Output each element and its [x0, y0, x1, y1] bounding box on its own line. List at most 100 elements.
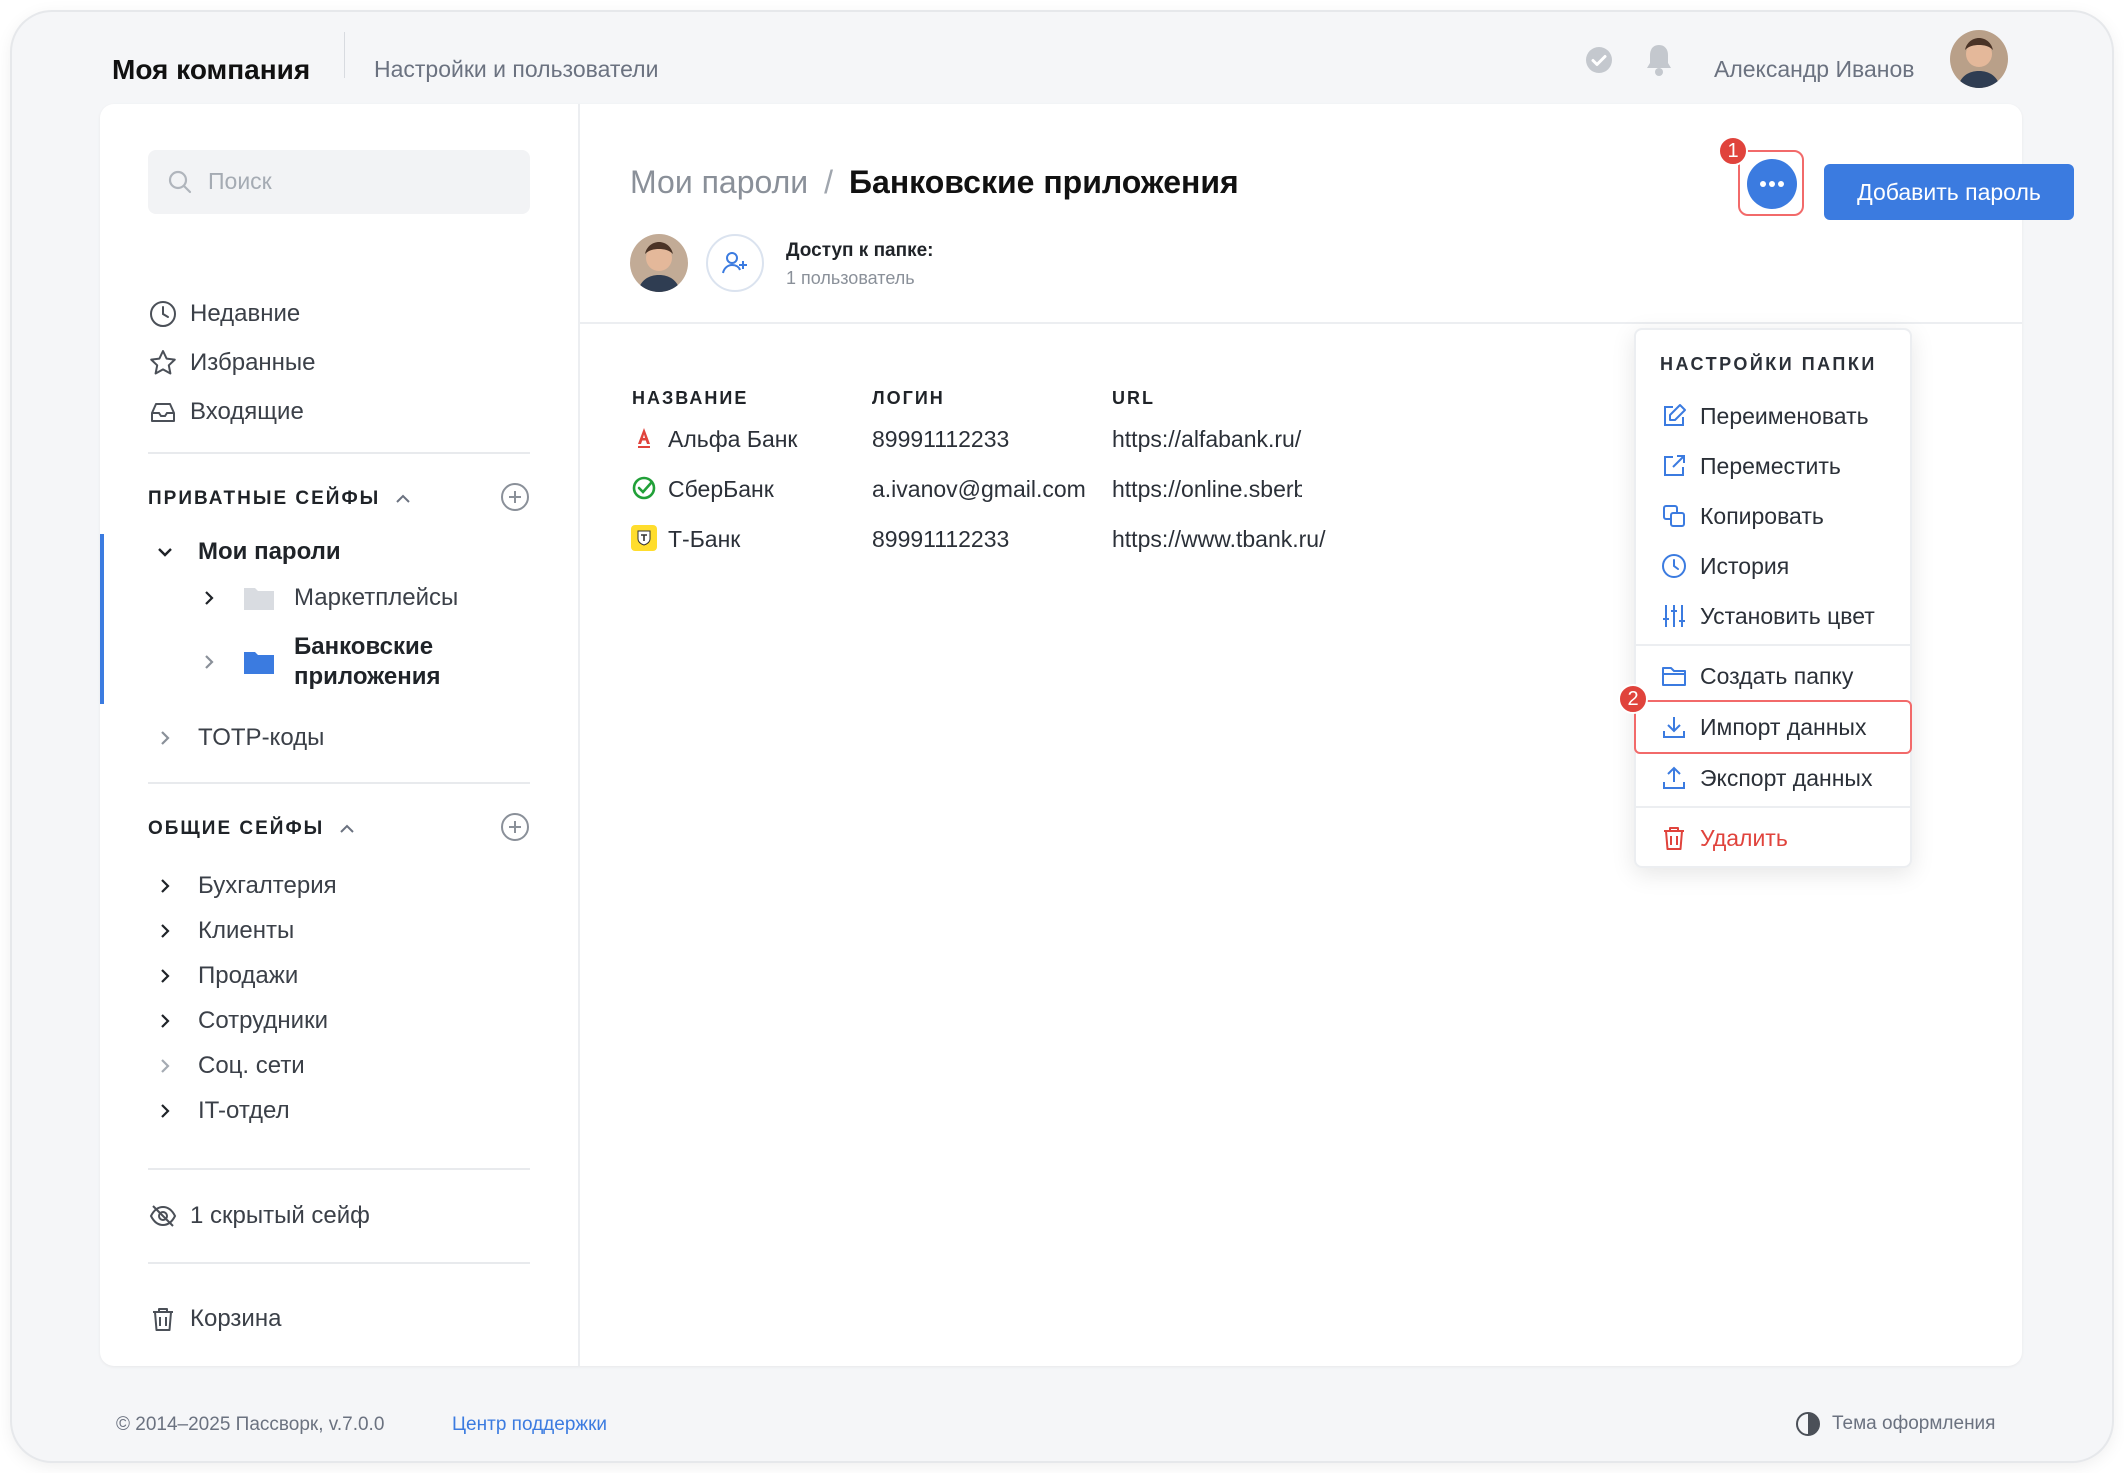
inbox-icon [151, 403, 175, 422]
tree-marketplaces[interactable]: Маркетплейсы [198, 584, 458, 612]
chevron-right-icon [161, 731, 170, 745]
column-header-name[interactable]: НАЗВАНИЕ [632, 388, 748, 409]
chevron-right-icon [205, 591, 214, 605]
chevron-right-icon [161, 879, 170, 893]
row-3-login[interactable]: 89991112233 [872, 526, 1009, 553]
menu-divider [1636, 806, 1910, 808]
eye-off-icon [149, 1205, 177, 1227]
chevron-right-icon [161, 924, 170, 938]
row-2-url[interactable]: https://online.sberbank.r [1112, 476, 1302, 503]
tree-social[interactable]: Соц. сети [154, 1052, 305, 1080]
search-input[interactable]: Поиск [148, 150, 530, 214]
tree-marketplaces-label: Маркетплейсы [294, 584, 459, 611]
menu-copy[interactable]: Копировать [1636, 492, 1910, 540]
brand-name[interactable]: Моя компания [112, 54, 310, 86]
nav-recent[interactable]: Недавние [148, 294, 300, 334]
column-header-login[interactable]: ЛОГИН [872, 388, 945, 409]
column-header-url[interactable]: URL [1112, 388, 1155, 409]
shared-vaults-title[interactable]: ОБЩИЕ СЕЙФЫ [148, 818, 358, 840]
trash[interactable]: Корзина [148, 1299, 281, 1339]
trash-label: Корзина [190, 1305, 282, 1332]
divider [148, 1168, 530, 1170]
row-2-name[interactable]: СберБанк [668, 476, 774, 503]
menu-set-color-label: Установить цвет [1700, 602, 1875, 629]
menu-title: НАСТРОЙКИ ПАПКИ [1660, 354, 1877, 374]
check-status-icon[interactable] [1584, 45, 1614, 75]
tree-sales-label: Продажи [198, 962, 299, 989]
row-1-url[interactable]: https://alfabank.ru/every [1112, 426, 1302, 453]
tree-accounting[interactable]: Бухгалтерия [154, 872, 337, 900]
row-3-url[interactable]: https://www.tbank.ru/ [1112, 526, 1325, 553]
nav-inbox[interactable]: Входящие [148, 392, 304, 432]
tree-sales[interactable]: Продажи [154, 962, 298, 990]
star-icon [150, 350, 176, 375]
support-link[interactable]: Центр поддержки [452, 1414, 607, 1436]
chevron-up-icon [340, 824, 354, 833]
more-options-button[interactable] [1747, 159, 1797, 209]
tree-totp[interactable]: TOTP-коды [154, 724, 324, 752]
menu-rename[interactable]: Переименовать [1636, 392, 1910, 440]
nav-recent-label: Недавние [190, 300, 301, 327]
folder-icon [244, 588, 274, 610]
page-title: Банковские приложения [849, 164, 1239, 200]
menu-move-label: Переместить [1700, 452, 1841, 479]
tree-bank-apps[interactable]: Банковские приложения [198, 632, 440, 692]
menu-move[interactable]: Переместить [1636, 442, 1910, 490]
user-name[interactable]: Александр Иванов [1714, 56, 1914, 83]
move-icon [1664, 455, 1685, 476]
hidden-vaults[interactable]: 1 скрытый сейф [148, 1196, 370, 1236]
theme-toggle[interactable]: Тема оформления [1794, 1410, 1995, 1438]
upload-icon [1663, 766, 1685, 789]
tree-totp-label: TOTP-коды [198, 724, 325, 751]
settings-link[interactable]: Настройки и пользователи [374, 56, 658, 83]
divider [148, 782, 530, 784]
search-placeholder: Поиск [208, 168, 272, 194]
menu-export[interactable]: Экспорт данных [1636, 754, 1910, 802]
tree-clients[interactable]: Клиенты [154, 917, 294, 945]
app-window: Моя компания Настройки и пользователи Ал… [12, 12, 2112, 1461]
menu-set-color[interactable]: Установить цвет [1636, 592, 1910, 640]
edit-icon [1664, 404, 1686, 426]
add-user-button[interactable] [706, 234, 764, 292]
row-1-name[interactable]: Альфа Банк [668, 426, 798, 453]
tree-employees[interactable]: Сотрудники [154, 1007, 328, 1035]
add-password-button[interactable]: Добавить пароль [1824, 164, 2074, 220]
menu-import[interactable]: Импорт данных [1634, 700, 1912, 754]
user-avatar[interactable] [1950, 30, 2008, 88]
folder-settings-menu: НАСТРОЙКИ ПАПКИ Переименовать Переместит… [1618, 328, 1912, 868]
tree-my-passwords[interactable]: Мои пароли [154, 538, 341, 566]
chevron-up-icon [396, 494, 411, 503]
private-vaults-title[interactable]: ПРИВАТНЫЕ СЕЙФЫ [148, 488, 414, 510]
tree-employees-label: Сотрудники [198, 1007, 328, 1034]
menu-history[interactable]: История [1636, 542, 1910, 590]
add-shared-vault-icon[interactable] [500, 812, 530, 842]
nav-inbox-label: Входящие [190, 398, 304, 425]
step-badge-1: 1 [1718, 136, 1748, 166]
alfa-bank-icon [638, 428, 650, 448]
row-1-login[interactable]: 89991112233 [872, 426, 1009, 453]
menu-delete[interactable]: Удалить [1636, 814, 1910, 862]
folder-blue-icon [244, 652, 274, 674]
chevron-right-icon [161, 1014, 170, 1028]
chevron-down-icon [158, 548, 172, 557]
add-private-vault-icon[interactable] [500, 482, 530, 512]
breadcrumb-parent[interactable]: Мои пароли [630, 164, 808, 201]
menu-export-label: Экспорт данных [1700, 764, 1873, 791]
menu-create-folder[interactable]: Создать папку [1636, 652, 1910, 700]
chevron-right-icon [205, 655, 214, 669]
row-3-name[interactable]: Т-Банк [668, 526, 740, 553]
shared-vaults-label: ОБЩИЕ СЕЙФЫ [148, 818, 325, 839]
divider [148, 1262, 530, 1264]
tree-my-passwords-label: Мои пароли [198, 538, 341, 565]
tree-it[interactable]: IT-отдел [154, 1097, 290, 1125]
breadcrumb: Мои пароли / Банковские приложения [630, 164, 1239, 201]
add-user-icon [722, 252, 747, 274]
contrast-icon [1796, 1412, 1820, 1436]
nav-favorites[interactable]: Избранные [148, 343, 316, 383]
trash-icon [153, 1308, 173, 1331]
dots-icon [1760, 181, 1784, 187]
sber-icon [632, 476, 656, 500]
bell-icon[interactable] [1642, 42, 1676, 78]
access-user-avatar[interactable] [630, 234, 688, 292]
row-2-login[interactable]: a.ivanov@gmail.com [872, 476, 1086, 503]
